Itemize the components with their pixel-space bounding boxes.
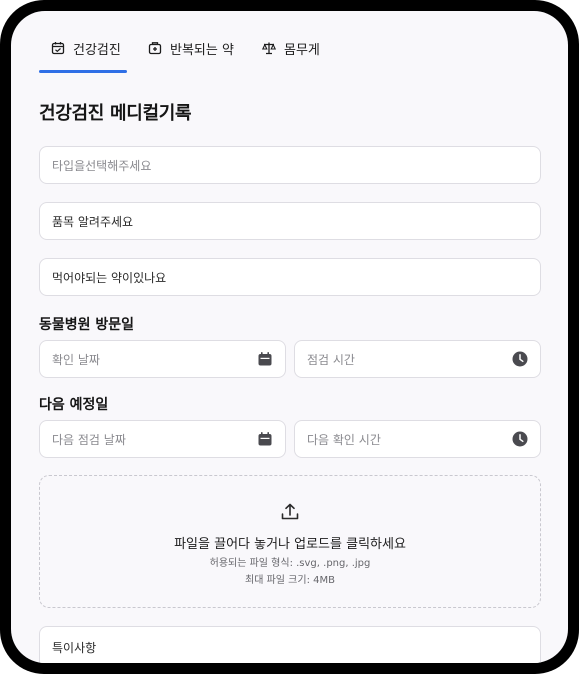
next-time-placeholder: 다음 확인 시간 <box>307 432 381 447</box>
file-upload-dropzone[interactable]: 파일을 끌어다 놓거나 업로드를 클릭하세요 허용되는 파일 형식: .svg,… <box>39 475 541 608</box>
item-input[interactable]: 품목 알려주세요 <box>39 202 541 240</box>
type-select-placeholder: 타입을선택해주세요 <box>52 158 152 173</box>
type-select[interactable]: 타입을선택해주세요 <box>39 146 541 184</box>
next-section-label: 다음 예정일 <box>39 397 109 413</box>
item-input-value: 품목 알려주세요 <box>52 214 134 229</box>
medicine-input-value: 먹어야되는 약이있나요 <box>52 270 167 285</box>
clock-icon[interactable] <box>512 351 528 367</box>
clock-icon[interactable] <box>512 431 528 447</box>
page-title: 건강검진 메디컬기록 <box>39 103 192 124</box>
calendar-icon <box>51 42 65 55</box>
visit-time-placeholder: 점검 시간 <box>307 352 355 367</box>
visit-date-placeholder: 확인 날짜 <box>52 352 100 367</box>
visit-section-label: 동물병원 방문일 <box>39 317 135 333</box>
visit-time-input[interactable]: 점검 시간 <box>294 340 541 378</box>
device-frame: 건강검진 반복되는 약 몸무게 건강검진 메디컬기록 타입을선택해주세요 품목 … <box>0 0 579 674</box>
notes-input-value: 특이사항 <box>52 641 97 655</box>
tab-weight[interactable]: 몸무게 <box>262 39 320 75</box>
visit-date-input[interactable]: 확인 날짜 <box>39 340 286 378</box>
next-time-input[interactable]: 다음 확인 시간 <box>294 420 541 458</box>
calendar-icon[interactable] <box>257 431 273 447</box>
notes-input[interactable]: 특이사항 <box>39 626 541 663</box>
calendar-icon[interactable] <box>257 351 273 367</box>
active-tab-indicator <box>39 70 127 73</box>
scale-icon <box>262 42 276 55</box>
upload-allowed-formats: 허용되는 파일 형식: .svg, .png, .jpg <box>209 558 371 569</box>
next-date-placeholder: 다음 점검 날짜 <box>52 432 126 447</box>
medicine-input[interactable]: 먹어야되는 약이있나요 <box>39 258 541 296</box>
next-date-input[interactable]: 다음 점검 날짜 <box>39 420 286 458</box>
tab-recurring-medicine[interactable]: 반복되는 약 <box>148 39 234 75</box>
tab-label: 몸무게 <box>284 43 320 58</box>
upload-icon <box>281 503 299 520</box>
tab-bar: 건강검진 반복되는 약 몸무게 <box>11 11 568 75</box>
upload-main-text: 파일을 끌어다 놓거나 업로드를 클릭하세요 <box>174 537 406 552</box>
pill-box-icon <box>148 42 162 55</box>
upload-max-size: 최대 파일 크기: 4MB <box>245 575 335 586</box>
tab-label: 건강검진 <box>73 43 121 58</box>
tab-label: 반복되는 약 <box>170 43 234 58</box>
app-screen: 건강검진 반복되는 약 몸무게 건강검진 메디컬기록 타입을선택해주세요 품목 … <box>11 11 568 663</box>
